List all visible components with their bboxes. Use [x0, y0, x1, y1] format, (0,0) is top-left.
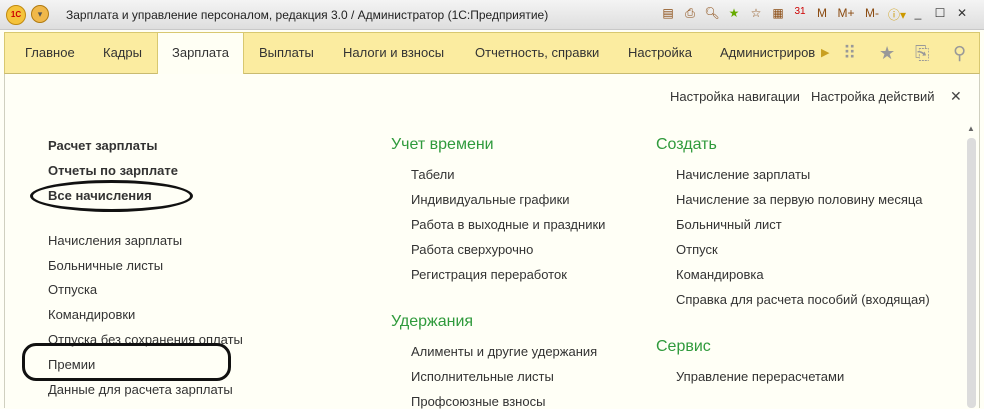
close-window-button[interactable]: ✕: [954, 6, 970, 23]
search-icon[interactable]: ⚲: [953, 43, 966, 64]
link-create-vacation[interactable]: Отпуск: [676, 242, 718, 257]
scroll-thumb[interactable]: [967, 138, 976, 408]
history-icon[interactable]: ⎘: [915, 43, 929, 64]
tab-settings[interactable]: Настройка: [614, 33, 706, 73]
link-writs[interactable]: Исполнительные листы: [411, 369, 554, 384]
tab-administration[interactable]: Администриров: [706, 33, 829, 73]
tab-reports[interactable]: Отчетность, справки: [461, 33, 613, 73]
info-icon[interactable]: ⓘ▾: [888, 6, 906, 23]
scrollbar[interactable]: ▲: [962, 112, 980, 408]
link-salary-accruals[interactable]: Начисления зарплаты: [48, 233, 182, 248]
save-icon[interactable]: ▤: [660, 6, 676, 23]
calculator-icon[interactable]: ▦: [770, 6, 786, 23]
highlight-ellipse-bonuses: [22, 343, 231, 381]
link-create-business-trip[interactable]: Командировка: [676, 267, 764, 282]
print-icon[interactable]: ⎙: [682, 6, 698, 23]
link-business-trips[interactable]: Командировки: [48, 307, 135, 322]
add-favorite-icon[interactable]: ★: [726, 6, 742, 23]
section-service: Сервис: [656, 338, 711, 355]
calendar-icon[interactable]: 31: [792, 6, 808, 23]
link-vacations[interactable]: Отпуска: [48, 282, 97, 297]
preview-icon[interactable]: 🔍︎: [704, 6, 720, 23]
scroll-tabs-right-icon[interactable]: ▶: [821, 46, 829, 59]
memory-minus-button[interactable]: M-: [862, 6, 882, 23]
link-overtime[interactable]: Работа сверхурочно: [411, 242, 533, 257]
link-salary-calculation[interactable]: Расчет зарплаты: [48, 138, 157, 153]
actions-settings-link[interactable]: Настройка действий: [811, 89, 935, 104]
link-salary-reports[interactable]: Отчеты по зарплате: [48, 163, 178, 178]
section-create: Создать: [656, 136, 717, 153]
tab-payments[interactable]: Выплаты: [245, 33, 328, 73]
memory-plus-button[interactable]: M+: [836, 6, 856, 23]
link-individual-schedules[interactable]: Индивидуальные графики: [411, 192, 570, 207]
section-time-tracking: Учет времени: [391, 136, 494, 153]
link-create-sick-leave[interactable]: Больничный лист: [676, 217, 782, 232]
1c-logo[interactable]: 1С: [6, 5, 26, 25]
link-create-salary-accrual[interactable]: Начисление зарплаты: [676, 167, 810, 182]
link-create-first-half[interactable]: Начисление за первую половину месяца: [676, 192, 923, 207]
link-create-benefit-certificate[interactable]: Справка для расчета пособий (входящая): [676, 292, 930, 307]
all-functions-icon[interactable]: ⠿: [843, 43, 856, 64]
section-deductions: Удержания: [391, 313, 474, 330]
link-overwork-registration[interactable]: Регистрация переработок: [411, 267, 567, 282]
navigation-settings-link[interactable]: Настройка навигации: [670, 89, 800, 104]
maximize-button[interactable]: ☐: [932, 6, 948, 23]
memory-m-button[interactable]: M: [814, 6, 830, 23]
highlight-ellipse-all-accruals: [30, 180, 193, 212]
window-title: Зарплата и управление персоналом, редакц…: [66, 8, 549, 22]
main-menu-button[interactable]: ▾: [31, 5, 49, 23]
close-icon[interactable]: ✕: [950, 88, 962, 105]
section-tabs: Главное Кадры Зарплата Выплаты Налоги и …: [4, 32, 980, 74]
title-bar: 1С ▾ Зарплата и управление персоналом, р…: [0, 0, 984, 30]
tab-hr[interactable]: Кадры: [89, 33, 156, 73]
tab-main[interactable]: Главное: [11, 33, 89, 73]
link-weekend-work[interactable]: Работа в выходные и праздники: [411, 217, 605, 232]
favorites-star-icon[interactable]: ★: [879, 43, 895, 64]
favorites-icon[interactable]: ☆: [748, 6, 764, 23]
tab-taxes[interactable]: Налоги и взносы: [329, 33, 458, 73]
minimize-button[interactable]: _: [910, 6, 926, 23]
tab-salary[interactable]: Зарплата: [157, 33, 244, 74]
link-alimony[interactable]: Алименты и другие удержания: [411, 344, 597, 359]
link-union-fees[interactable]: Профсоюзные взносы: [411, 394, 545, 409]
link-timesheets[interactable]: Табели: [411, 167, 455, 182]
link-recalculation-management[interactable]: Управление перерасчетами: [676, 369, 844, 384]
link-salary-data[interactable]: Данные для расчета зарплаты: [48, 382, 233, 397]
link-sick-leaves[interactable]: Больничные листы: [48, 258, 163, 273]
scroll-up-icon[interactable]: ▲: [967, 124, 975, 133]
